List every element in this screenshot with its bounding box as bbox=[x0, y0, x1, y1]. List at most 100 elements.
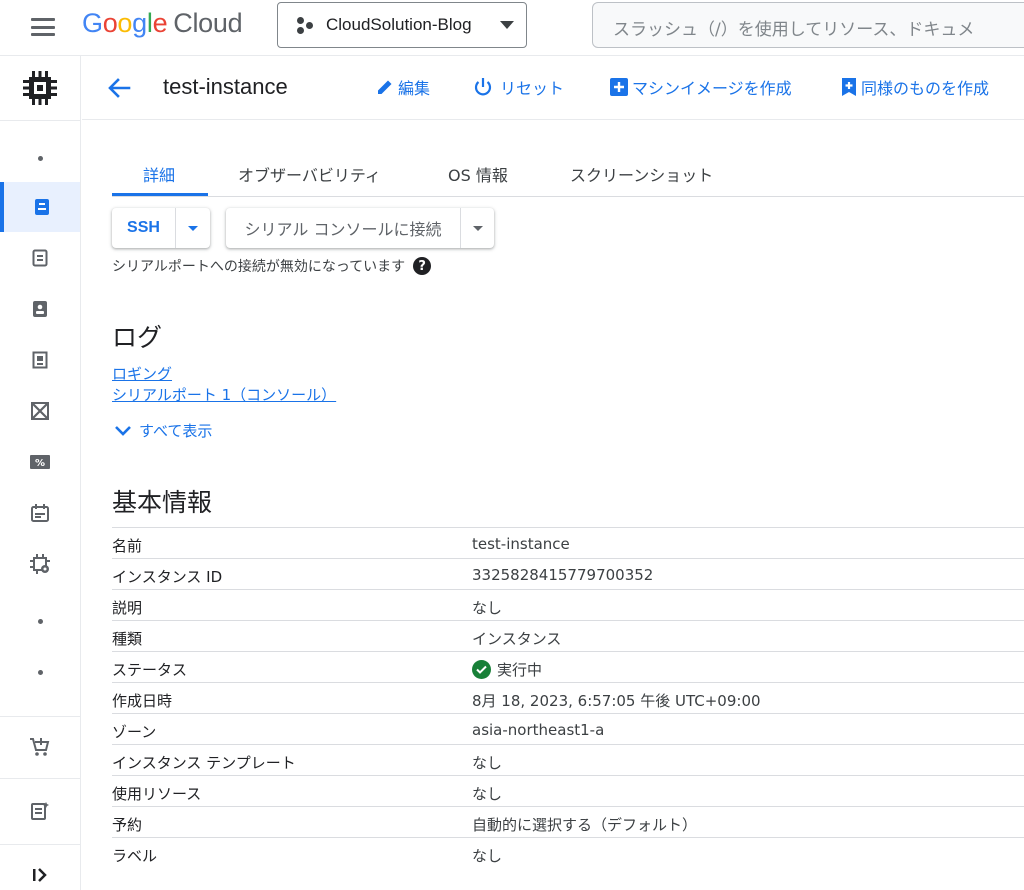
logging-link[interactable]: ロギング bbox=[112, 363, 172, 384]
power-icon bbox=[474, 78, 492, 96]
row-value-text: 自動的に選択する（デフォルト） bbox=[472, 816, 698, 834]
row-value-text: なし bbox=[472, 847, 503, 865]
row-key: 名前 bbox=[112, 537, 143, 555]
ssh-button[interactable]: SSH bbox=[112, 208, 175, 248]
compute-engine-chip-icon[interactable] bbox=[0, 63, 80, 113]
row-key: インスタンス ID bbox=[112, 568, 223, 586]
chevron-down-icon bbox=[500, 21, 514, 29]
chevron-down-icon bbox=[115, 425, 131, 436]
logo-letter: e bbox=[152, 8, 168, 38]
logo-letter: o bbox=[102, 8, 118, 38]
table-row: ゾーン asia-northeast1-a bbox=[112, 713, 1024, 744]
ssh-split-button: SSH bbox=[112, 208, 210, 248]
show-all-label: すべて表示 bbox=[139, 422, 213, 440]
create-machine-image-button[interactable]: マシンイメージを作成 bbox=[609, 75, 792, 99]
tab-screenshot[interactable]: スクリーンショット bbox=[570, 162, 713, 186]
table-row: 説明 なし bbox=[112, 589, 1024, 620]
add-document-icon bbox=[842, 78, 856, 96]
table-row: 作成日時 8月 18, 2023, 6:57:05 午後 UTC+09:00 bbox=[112, 682, 1024, 713]
table-row: 種類 インスタンス bbox=[112, 620, 1024, 651]
row-key: ゾーン bbox=[112, 723, 157, 741]
ssh-dropdown-button[interactable] bbox=[175, 208, 209, 248]
instance-templates-nav-icon[interactable] bbox=[0, 233, 80, 283]
serial-port-1-link[interactable]: シリアルポート 1（コンソール） bbox=[112, 384, 336, 405]
tab-os-info[interactable]: OS 情報 bbox=[448, 162, 508, 186]
row-key: 使用リソース bbox=[112, 785, 202, 803]
reset-button[interactable]: リセット bbox=[472, 75, 564, 99]
row-value: なし bbox=[472, 597, 502, 618]
serial-port-status-text: シリアルポートへの接続が無効になっています bbox=[112, 259, 406, 275]
row-key: ラベル bbox=[112, 847, 158, 865]
logo-suffix: Cloud bbox=[173, 8, 243, 38]
machine-images-nav-icon[interactable] bbox=[0, 335, 80, 385]
check-circle-icon bbox=[472, 660, 491, 679]
pencil-icon bbox=[378, 80, 392, 94]
back-arrow-icon[interactable] bbox=[104, 73, 134, 103]
committed-use-discounts-nav-icon[interactable]: % bbox=[0, 437, 80, 487]
detail-tabs: 詳細 オブザーバビリティ OS 情報 スクリーンショット bbox=[112, 150, 1024, 197]
tab-observability[interactable]: オブザーバビリティ bbox=[238, 162, 381, 186]
help-icon[interactable]: ? bbox=[413, 257, 432, 275]
logs-heading: ログ bbox=[112, 323, 163, 352]
active-tab-indicator bbox=[112, 193, 208, 196]
serial-dropdown-button[interactable] bbox=[460, 208, 494, 248]
marketplace-cart-icon[interactable] bbox=[0, 722, 80, 772]
row-value: なし bbox=[472, 752, 502, 773]
page-title: test-instance bbox=[163, 74, 288, 99]
expand-nav-icon[interactable] bbox=[0, 850, 80, 890]
show-all-button[interactable]: すべて表示 bbox=[114, 420, 212, 441]
reset-label: リセット bbox=[500, 79, 565, 98]
basic-info-table: 名前 test-instance インスタンス ID 3325828415779700… bbox=[112, 527, 1024, 868]
table-row: インスタンス テンプレート なし bbox=[112, 744, 1024, 775]
table-row: インスタンス ID 3325828415779700352 bbox=[112, 558, 1024, 589]
edit-button[interactable]: 編集 bbox=[375, 75, 430, 99]
table-row: 使用リソース なし bbox=[112, 775, 1024, 806]
reservations-nav-icon[interactable] bbox=[0, 488, 80, 538]
project-icon bbox=[294, 15, 316, 35]
row-value: なし bbox=[472, 783, 502, 804]
row-value-text: インスタンス bbox=[472, 630, 562, 648]
tab-details[interactable]: 詳細 bbox=[143, 162, 175, 186]
edit-label: 編集 bbox=[398, 79, 431, 98]
row-key: ステータス bbox=[112, 661, 188, 679]
tpu-nav-icon[interactable] bbox=[0, 386, 80, 436]
rail-dot-icon[interactable] bbox=[0, 647, 80, 697]
serial-port-status: シリアルポートへの接続が無効になっています ? bbox=[112, 256, 432, 276]
row-value: 3325828415779700352 bbox=[472, 566, 653, 584]
table-row: ステータス 実行中 bbox=[112, 651, 1024, 682]
top-bar: Google Cloud CloudSolution-Blog スラッシュ（/）を… bbox=[0, 0, 1024, 56]
serial-split-button: シリアル コンソールに接続 bbox=[226, 208, 494, 248]
create-similar-label: 同様のものを作成 bbox=[861, 79, 990, 98]
release-notes-icon[interactable] bbox=[0, 786, 80, 836]
row-key: 作成日時 bbox=[112, 692, 173, 710]
table-row: 名前 test-instance bbox=[112, 527, 1024, 558]
row-value: asia-northeast1-a bbox=[472, 721, 604, 739]
logo-letter: G bbox=[82, 8, 103, 38]
project-picker-button[interactable]: CloudSolution-Blog bbox=[277, 2, 527, 48]
product-nav-rail: % bbox=[0, 56, 81, 890]
serial-console-button[interactable]: シリアル コンソールに接続 bbox=[226, 208, 460, 248]
sole-tenant-nav-icon[interactable] bbox=[0, 284, 80, 334]
add-box-icon bbox=[610, 78, 628, 96]
vm-instances-nav-icon[interactable] bbox=[0, 182, 80, 232]
svg-text:%: % bbox=[35, 458, 45, 469]
logo-letter: g bbox=[132, 8, 147, 38]
create-similar-button[interactable]: 同様のものを作成 bbox=[840, 75, 989, 99]
google-cloud-logo[interactable]: Google Cloud bbox=[82, 8, 243, 39]
table-row: 予約 自動的に選択する（デフォルト） bbox=[112, 806, 1024, 837]
caret-down-icon bbox=[472, 225, 483, 231]
vm-settings-nav-icon[interactable] bbox=[0, 539, 80, 589]
table-row: ラベル なし bbox=[112, 837, 1024, 868]
row-value: 8月 18, 2023, 6:57:05 午後 UTC+09:00 bbox=[472, 690, 761, 711]
search-input[interactable]: スラッシュ（/）を使用してリソース、ドキュメ bbox=[592, 2, 1024, 48]
rail-dot-icon[interactable] bbox=[0, 596, 80, 646]
row-key: 種類 bbox=[112, 630, 143, 648]
project-name: CloudSolution-Blog bbox=[326, 15, 472, 34]
row-value-text: なし bbox=[472, 785, 503, 803]
instance-header: test-instance 編集 リセット マシンイメージを作成 同様のものを作… bbox=[82, 56, 1024, 120]
row-value-text: asia-northeast1-a bbox=[472, 721, 605, 739]
basic-info-heading: 基本情報 bbox=[112, 488, 213, 517]
rail-dot-icon[interactable] bbox=[0, 133, 80, 183]
main-menu-icon[interactable] bbox=[30, 14, 56, 40]
row-value-text: なし bbox=[472, 599, 503, 617]
